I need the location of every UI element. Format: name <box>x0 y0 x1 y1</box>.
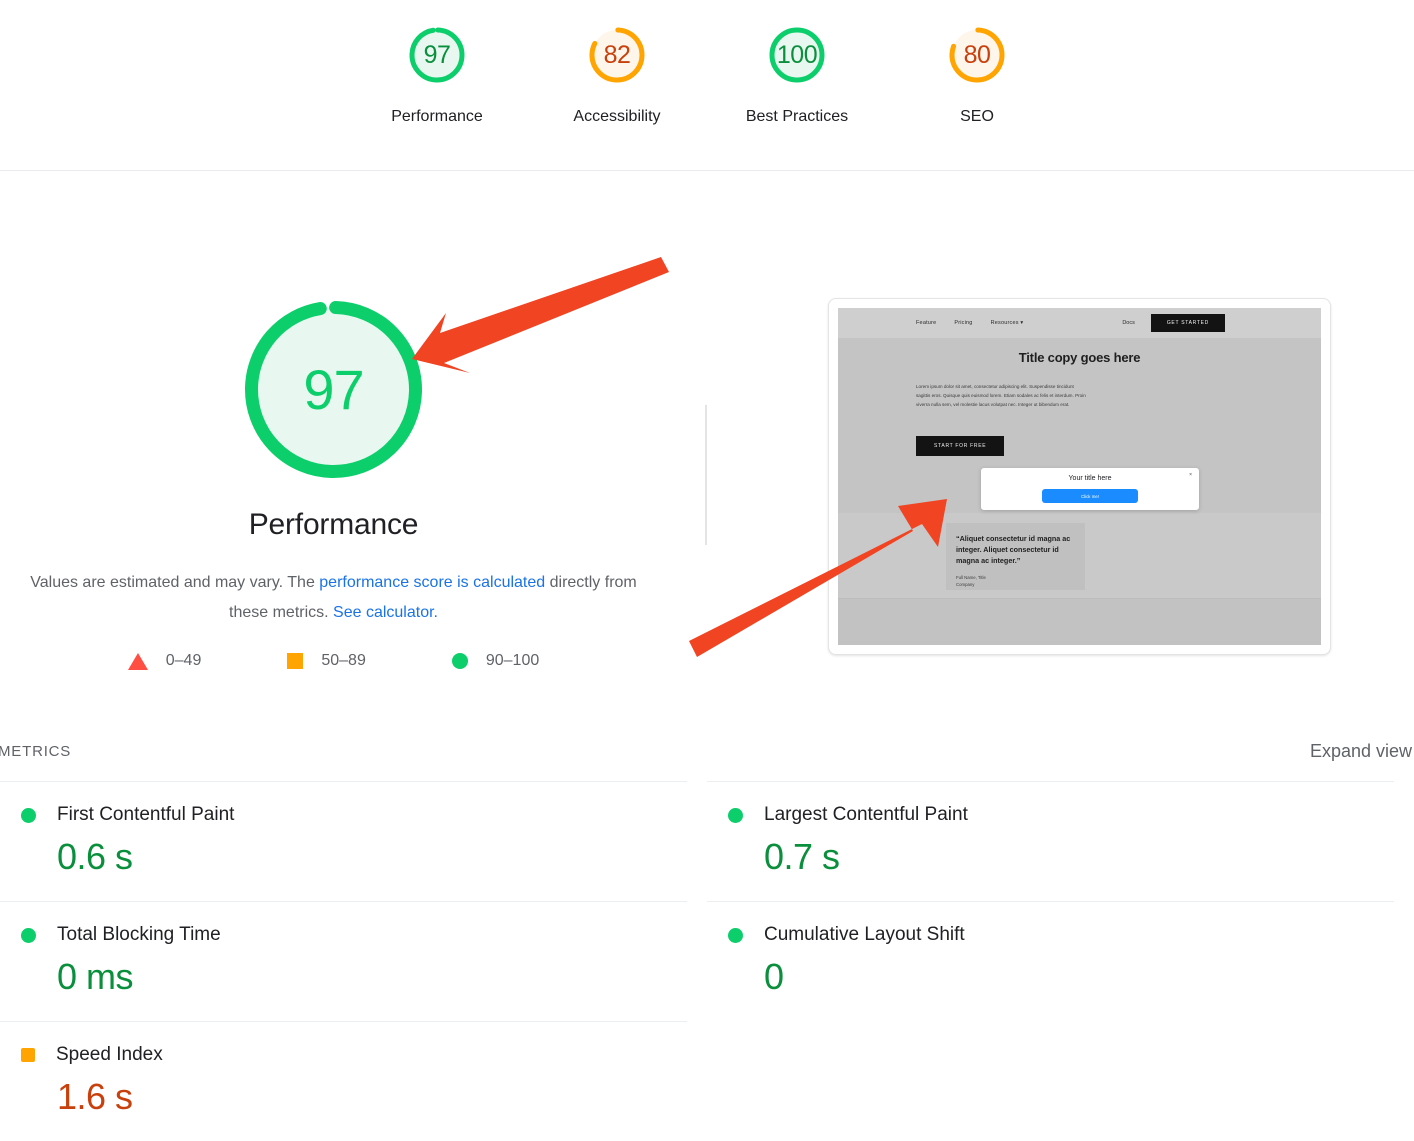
circle-good-icon <box>21 927 36 943</box>
metric-row[interactable]: Total Blocking Time 0 ms <box>0 901 687 1021</box>
metrics-header: METRICS Expand view <box>0 731 1414 781</box>
metric-row[interactable]: Speed Index 1.6 s <box>0 1021 687 1141</box>
see-calculator-link[interactable]: See calculator. <box>333 604 438 621</box>
legend-item-good: 90–100 <box>451 652 540 670</box>
circle-good-icon <box>728 807 743 823</box>
score-legend: 0–49 50–89 90–100 <box>127 652 540 670</box>
category-score-value: 100 <box>776 40 818 69</box>
metric-value: 0 ms <box>57 956 134 997</box>
metric-name: Speed Index <box>56 1044 163 1065</box>
metric-value: 0 <box>764 956 784 997</box>
screenshot-canvas: Feature Pricing Resources ▾ Docs GET STA… <box>838 308 1321 645</box>
legend-item-average: 50–89 <box>287 652 366 670</box>
performance-title: Performance <box>248 508 419 541</box>
category-score-label: SEO <box>960 108 994 125</box>
category-scores-strip: 97 Performance 82 Accessibility 100 Best… <box>0 0 1414 171</box>
thumb-start-for-free-button: START FOR FREE <box>916 436 1005 456</box>
thumb-testimonial-card: “Aliquet consectetur id magna ac integer… <box>946 523 1085 590</box>
thumb-nav-item-pricing: Pricing <box>954 320 973 326</box>
performance-gauge[interactable]: 97 <box>241 297 426 482</box>
thumb-nav-item-resources: Resources ▾ <box>990 320 1024 326</box>
thumb-testimonial-quote: “Aliquet consectetur id magna ac integer… <box>956 534 1071 565</box>
category-score-value: 82 <box>603 40 631 69</box>
category-score-label: Performance <box>391 108 483 125</box>
mini-gauge-accessibility: 82 <box>582 20 652 90</box>
circle-good-icon <box>728 927 743 943</box>
screenshot-column: Feature Pricing Resources ▾ Docs GET STA… <box>707 171 1414 731</box>
circle-good-icon <box>21 807 36 823</box>
thumb-modal-dialog: Your title here Click me! × <box>981 468 1199 510</box>
thumb-nav-docs: Docs <box>1122 320 1135 326</box>
thumb-nav-item-feature: Feature <box>916 320 937 326</box>
legend-range-poor: 0–49 <box>165 652 202 669</box>
thumb-attribution-company: Company <box>956 581 975 587</box>
page-screenshot-thumbnail[interactable]: Feature Pricing Resources ▾ Docs GET STA… <box>828 298 1331 655</box>
square-average-icon <box>21 1048 35 1062</box>
metric-row[interactable]: Cumulative Layout Shift 0 <box>707 901 1394 1021</box>
category-score-accessibility[interactable]: 82 Accessibility <box>527 0 707 126</box>
category-score-seo[interactable]: 80 SEO <box>887 0 1067 126</box>
thumb-modal-cta-button: Click me! <box>1042 489 1138 503</box>
metric-row[interactable]: First Contentful Paint 0.6 s <box>0 781 687 901</box>
thumb-nav-bar: Feature Pricing Resources ▾ Docs GET STA… <box>838 308 1321 338</box>
metric-value: 1.6 s <box>57 1076 133 1117</box>
category-score-best-practices[interactable]: 100 Best Practices <box>707 0 887 126</box>
description-lead: Values are estimated and may vary. The <box>30 574 320 591</box>
category-score-label: Accessibility <box>573 108 661 125</box>
metric-value: 0.6 s <box>57 836 133 877</box>
triangle-poor-icon <box>127 652 148 670</box>
thumb-attribution-name: Full Name, Title <box>956 575 986 580</box>
thumb-hero-paragraph: Lorem ipsum dolor sit amet, consectetur … <box>916 384 1086 407</box>
metric-row[interactable]: Largest Contentful Paint 0.7 s <box>707 781 1394 901</box>
performance-description: Values are estimated and may vary. The p… <box>29 568 639 628</box>
metric-value: 0.7 s <box>764 836 840 877</box>
category-score-value: 80 <box>963 40 991 69</box>
metrics-heading: METRICS <box>0 743 72 760</box>
category-score-label: Best Practices <box>745 108 849 125</box>
thumb-footer <box>838 598 1321 645</box>
category-score-value: 97 <box>423 40 451 69</box>
legend-range-good: 90–100 <box>485 652 540 669</box>
metric-name: First Contentful Paint <box>57 804 235 825</box>
thumb-testimonial-attribution: Full Name, Title Company <box>956 575 986 588</box>
thumb-hero-title: Title copy goes here <box>1018 350 1141 365</box>
thumb-modal-title: Your title here <box>1068 475 1112 482</box>
mini-gauge-performance: 97 <box>402 20 472 90</box>
legend-item-poor: 0–49 <box>127 652 202 670</box>
category-score-performance[interactable]: 97 Performance <box>347 0 527 126</box>
pagespeed-report: 97 Performance 82 Accessibility 100 Best… <box>0 0 1414 1115</box>
square-average-icon <box>287 653 304 669</box>
mini-gauge-seo: 80 <box>942 20 1012 90</box>
close-icon: × <box>1189 472 1192 478</box>
metric-name: Cumulative Layout Shift <box>764 924 965 945</box>
performance-summary-column: 97 Performance Values are estimated and … <box>0 171 707 731</box>
metric-name: Largest Contentful Paint <box>764 804 968 825</box>
mini-gauge-best-practices: 100 <box>762 20 832 90</box>
legend-range-average: 50–89 <box>321 652 366 669</box>
performance-score-calculated-link[interactable]: performance score is calculated <box>319 574 545 591</box>
expand-view-toggle[interactable]: Expand view <box>1310 741 1412 762</box>
thumb-get-started-button: GET STARTED <box>1150 314 1225 332</box>
performance-gauge-value: 97 <box>303 357 364 421</box>
report-body: 97 Performance Values are estimated and … <box>0 171 1414 731</box>
circle-good-icon <box>451 653 468 669</box>
metrics-grid: First Contentful Paint 0.6 s Largest Con… <box>0 781 1414 1141</box>
metric-name: Total Blocking Time <box>57 924 221 945</box>
